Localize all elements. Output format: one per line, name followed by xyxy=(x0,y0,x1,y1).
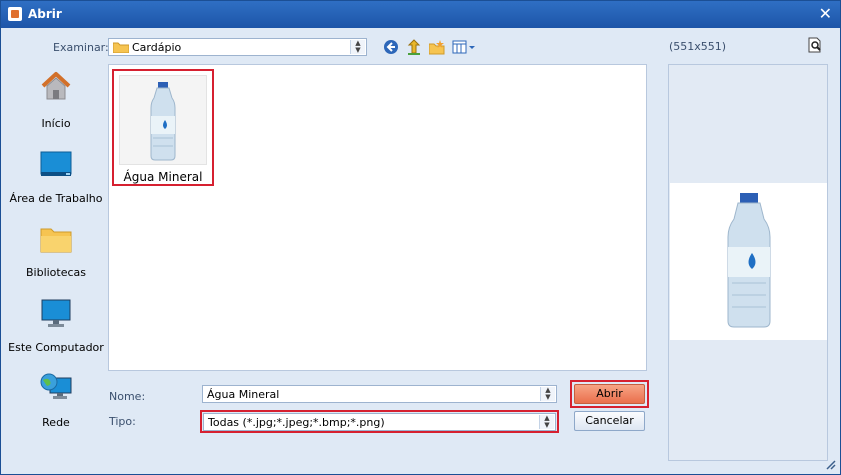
resize-grip-icon[interactable] xyxy=(826,460,836,470)
new-folder-icon[interactable] xyxy=(428,39,445,55)
folder-icon xyxy=(113,42,129,53)
computer-monitor-icon xyxy=(41,299,71,327)
place-desktop[interactable]: Área de Trabalho xyxy=(1,138,111,208)
place-label: Este Computador xyxy=(8,341,104,354)
look-in-combo[interactable]: Cardápio ▲ ▼ xyxy=(108,38,367,56)
file-thumbnail xyxy=(119,75,207,165)
file-name-value: Água Mineral xyxy=(207,388,280,401)
home-icon xyxy=(41,72,71,100)
window-title: Abrir xyxy=(28,7,62,21)
file-item-agua-mineral[interactable]: Água Mineral xyxy=(112,69,214,186)
file-type-select[interactable]: Todas (*.jpg;*.jpeg;*.bmp;*.png) ▲ ▼ xyxy=(203,413,556,431)
close-button[interactable]: ✕ xyxy=(819,4,832,23)
preview-image-area xyxy=(670,183,827,340)
place-label: Bibliotecas xyxy=(25,266,87,279)
look-in-spin[interactable]: ▲ ▼ xyxy=(350,40,365,54)
back-icon[interactable] xyxy=(383,39,399,55)
place-network[interactable]: Rede xyxy=(1,363,111,433)
name-label: Nome: xyxy=(109,390,146,403)
preview-dimensions: (551x551) xyxy=(669,40,727,53)
cancel-button[interactable]: Cancelar xyxy=(574,411,645,431)
file-name-input[interactable]: Água Mineral ▲ ▼ xyxy=(202,385,557,403)
place-label: Início xyxy=(41,117,71,130)
place-label: Rede xyxy=(42,416,70,429)
view-menu-icon[interactable] xyxy=(452,39,476,55)
desktop-icon xyxy=(40,151,72,176)
up-folder-icon[interactable] xyxy=(406,39,422,55)
place-home[interactable]: Início xyxy=(1,63,111,133)
water-bottle-preview-image xyxy=(727,193,771,328)
open-button[interactable]: Abrir xyxy=(574,384,645,404)
file-name-spin[interactable]: ▲ ▼ xyxy=(540,387,555,401)
network-globe-icon xyxy=(40,373,72,399)
file-list[interactable]: Água Mineral xyxy=(108,64,647,371)
look-in-value: Cardápio xyxy=(132,41,182,54)
place-label: Área de Trabalho xyxy=(9,192,103,205)
place-libraries[interactable]: Bibliotecas xyxy=(1,213,111,283)
app-icon xyxy=(8,7,22,21)
open-file-dialog: Abrir ✕ Examinar: Cardápio ▲ ▼ Início Ár… xyxy=(0,0,841,475)
file-type-spin[interactable]: ▲ ▼ xyxy=(539,415,554,429)
place-computer[interactable]: Este Computador xyxy=(1,288,111,358)
libraries-folder-icon xyxy=(40,228,72,253)
file-name: Água Mineral xyxy=(123,170,203,184)
title-bar[interactable]: Abrir ✕ xyxy=(1,1,840,28)
water-bottle-image xyxy=(150,82,176,161)
preview-panel xyxy=(668,64,828,461)
preview-toggle-icon[interactable] xyxy=(807,37,823,53)
file-type-value: Todas (*.jpg;*.jpeg;*.bmp;*.png) xyxy=(208,416,385,429)
type-label: Tipo: xyxy=(109,415,136,428)
look-in-label: Examinar: xyxy=(53,41,109,54)
